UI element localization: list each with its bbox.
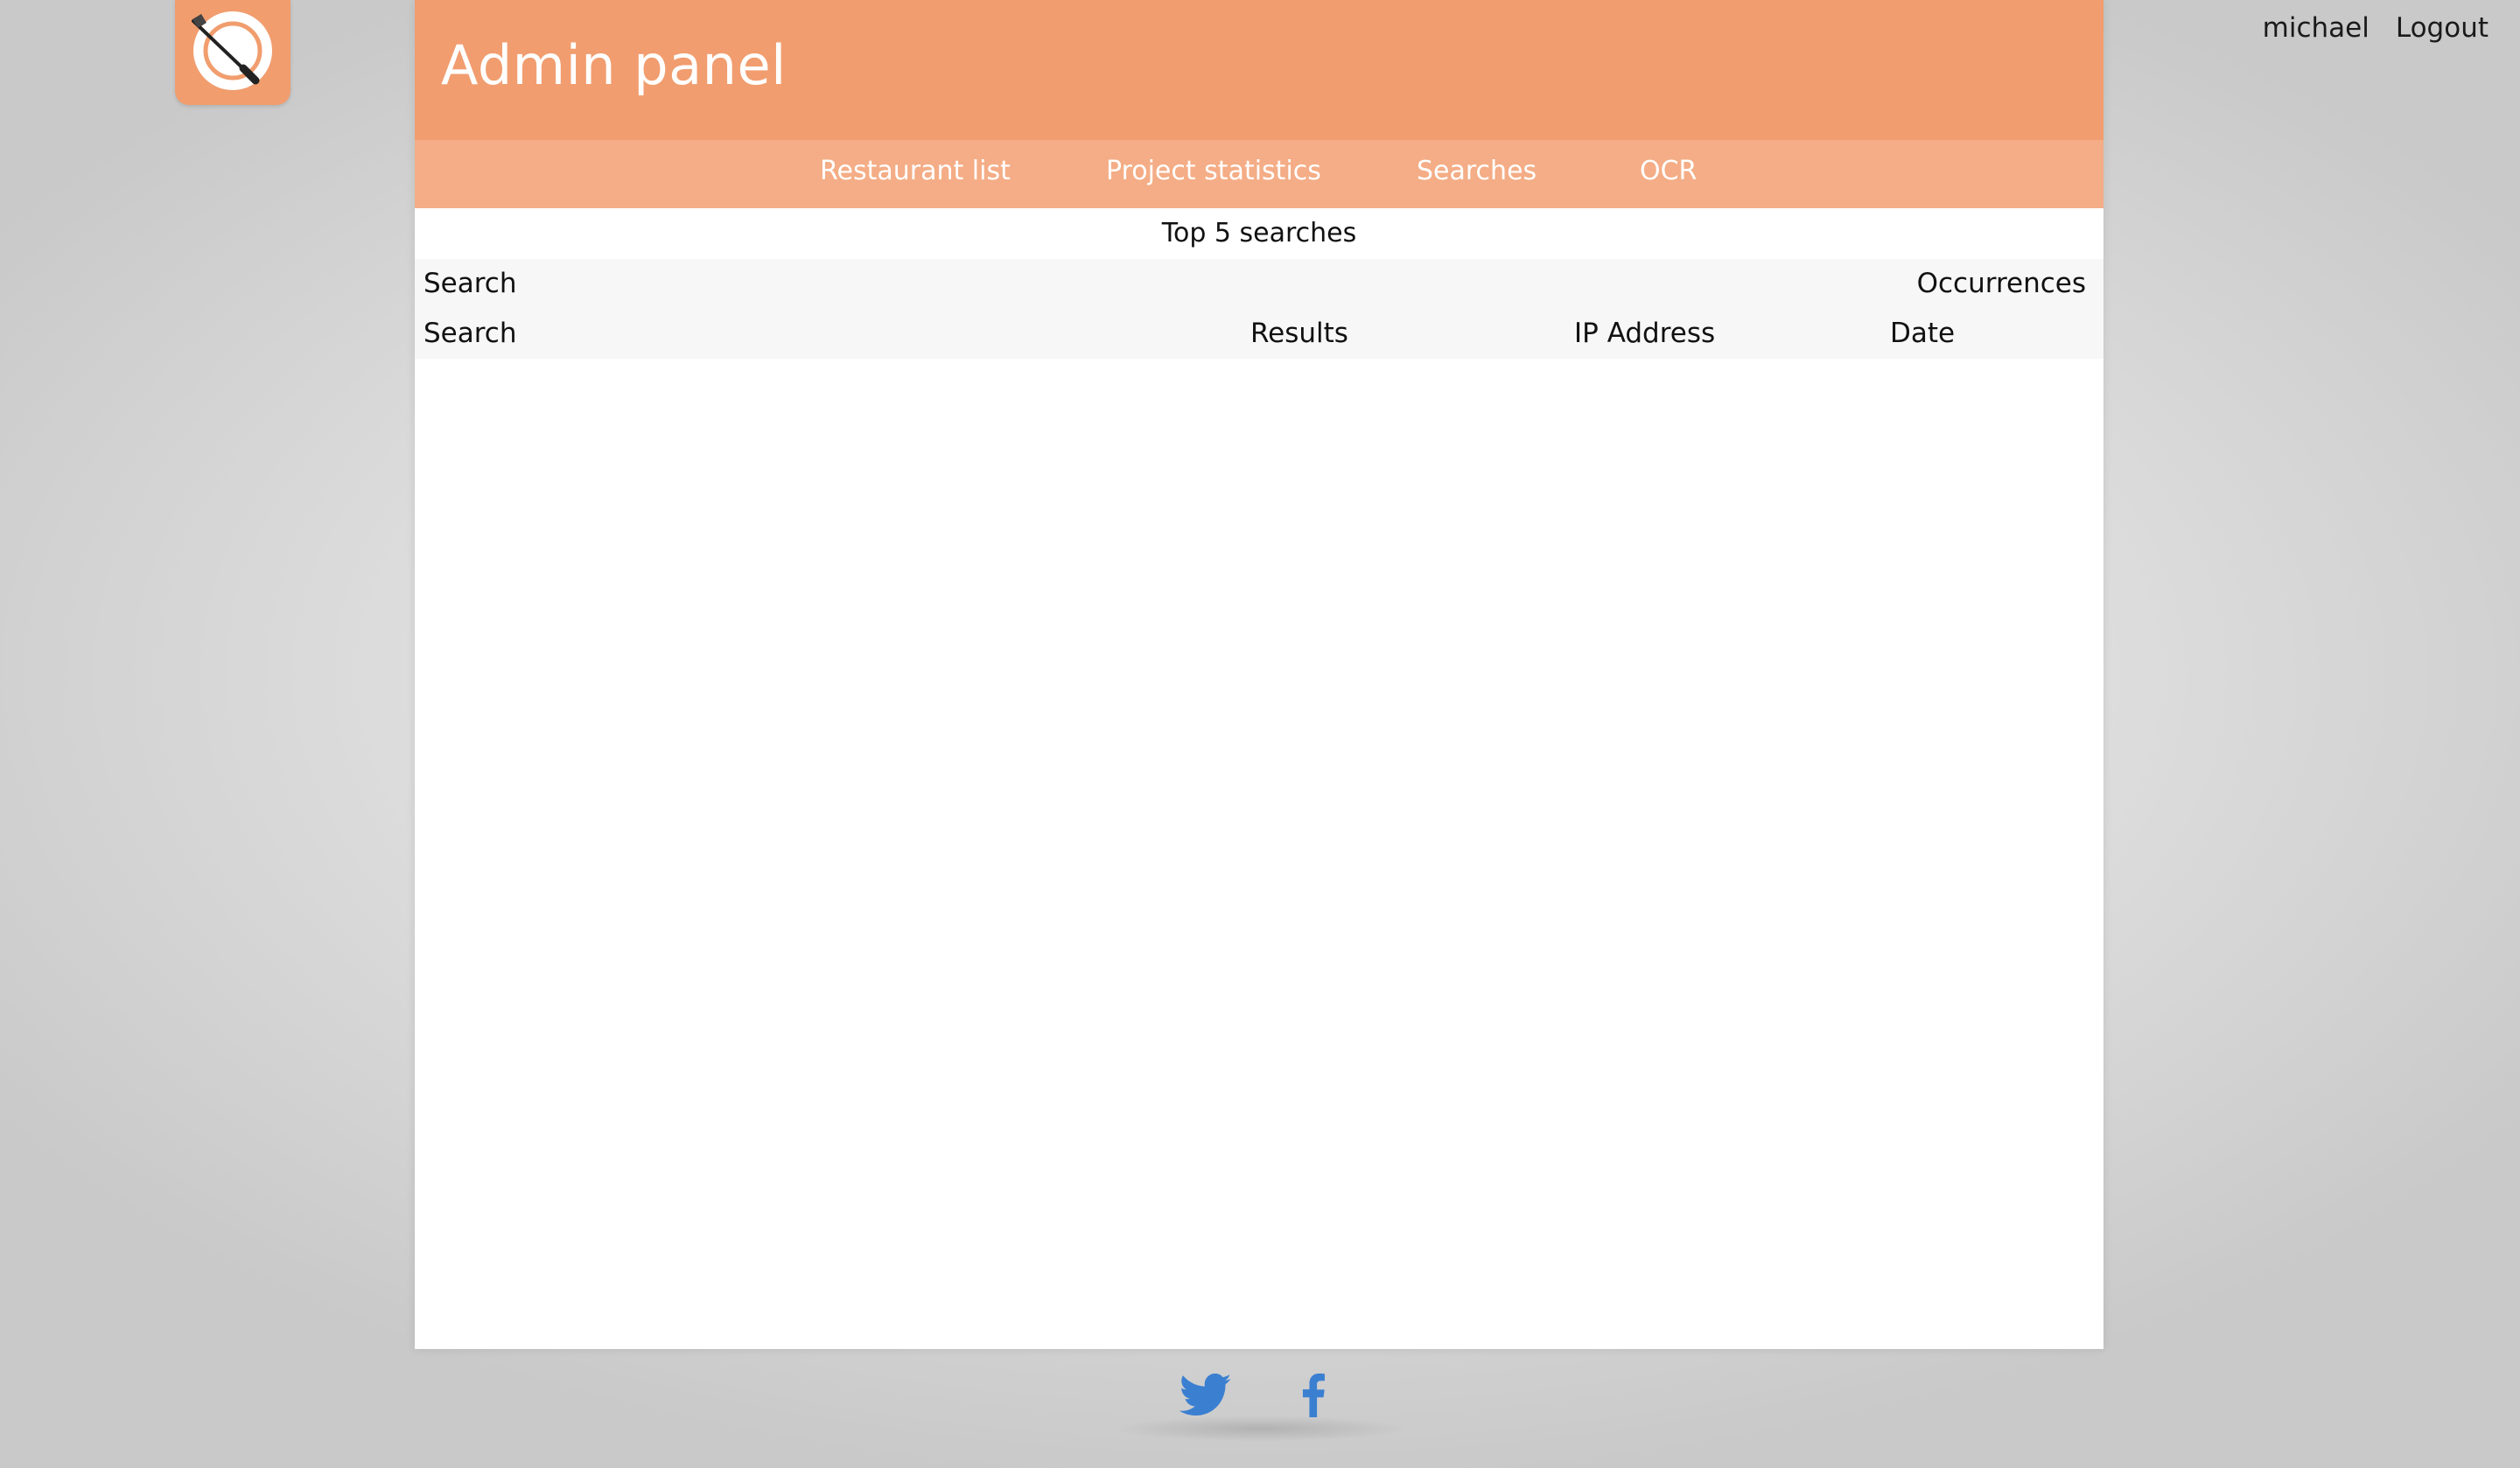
username-link[interactable]: michael [2263,12,2370,44]
column-header-results: Results [1250,318,1348,349]
social-footer [1172,1374,1348,1426]
main-panel: Admin panel Restaurant list Project stat… [415,0,2104,1349]
nav-item-project-statistics[interactable]: Project statistics [1106,156,1321,186]
column-header-search: Search [424,268,517,299]
twitter-icon[interactable] [1179,1374,1232,1421]
column-header-date: Date [1890,318,1956,349]
page-title: Admin panel [441,33,787,97]
nav-item-ocr[interactable]: OCR [1640,156,1697,186]
app-logo[interactable] [175,0,290,105]
panel-header: Admin panel [415,0,2104,140]
facebook-icon[interactable] [1300,1374,1326,1421]
nav-bar: Restaurant list Project statistics Searc… [415,140,2104,208]
nav-item-searches[interactable]: Searches [1417,156,1536,186]
column-header-search: Search [424,318,517,349]
searches-header-row: Search Results IP Address Date [415,309,2104,359]
top-searches-title: Top 5 searches [1161,218,1357,248]
logout-link[interactable]: Logout [2396,12,2488,44]
column-header-occurrences: Occurrences [1916,268,2086,299]
user-menu: michael Logout [2263,12,2488,44]
top-searches-header-row: Search Occurrences [415,259,2104,309]
column-header-ip-address: IP Address [1574,318,1716,349]
nav-item-restaurant-list[interactable]: Restaurant list [820,156,1011,186]
plate-search-icon [192,11,272,90]
